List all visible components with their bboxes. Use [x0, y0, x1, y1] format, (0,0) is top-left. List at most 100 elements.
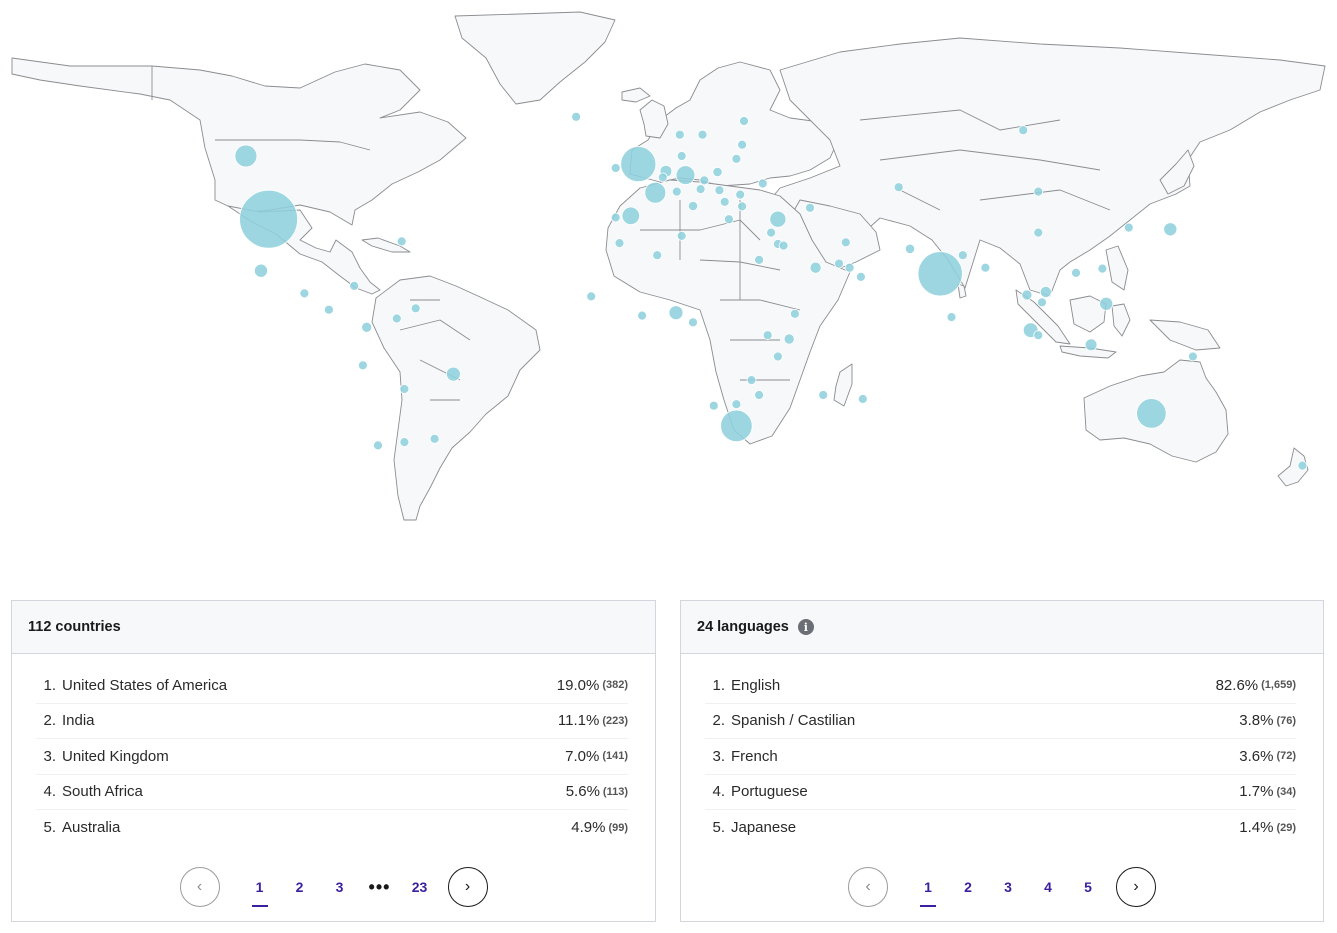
- map-bubble-cambodia[interactable]: [1037, 297, 1047, 308]
- map-bubble-venezuela[interactable]: [391, 313, 402, 324]
- map-bubble-ireland[interactable]: [610, 163, 621, 173]
- map-bubble-ukraine[interactable]: [757, 178, 768, 189]
- map-bubble-bangladesh[interactable]: [980, 262, 991, 273]
- map-bubble-brazil[interactable]: [445, 366, 461, 382]
- next-page-button[interactable]: ›: [447, 867, 488, 907]
- map-bubble-nepal[interactable]: [957, 250, 968, 261]
- map-bubble-colombia[interactable]: [361, 321, 373, 333]
- map-bubble-lithuania[interactable]: [731, 153, 742, 164]
- map-bubble-namibia[interactable]: [708, 400, 719, 411]
- map-bubble-madagascar[interactable]: [818, 390, 829, 400]
- map-bubble-papua-new-guinea[interactable]: [1188, 351, 1198, 362]
- map-bubble-egypt[interactable]: [754, 254, 764, 265]
- map-bubble-poland[interactable]: [712, 166, 723, 178]
- map-bubble-hong-kong[interactable]: [1071, 267, 1081, 278]
- map-bubble-sweden[interactable]: [697, 129, 708, 140]
- map-bubble-france[interactable]: [644, 181, 667, 204]
- map-bubble-norway[interactable]: [674, 129, 685, 140]
- map-bubble-sri-lanka[interactable]: [946, 312, 957, 323]
- next-page-button[interactable]: ›: [1116, 867, 1156, 907]
- map-bubble-china[interactable]: [1033, 227, 1044, 238]
- map-bubble-georgia[interactable]: [805, 202, 815, 213]
- map-bubble-kenya[interactable]: [783, 333, 795, 345]
- map-bubble-hungary[interactable]: [714, 185, 725, 196]
- map-bubble-kazakhstan[interactable]: [893, 182, 904, 193]
- map-bubble-algeria[interactable]: [652, 250, 663, 261]
- page-1-button[interactable]: 1: [240, 867, 280, 907]
- map-bubble-guatemala[interactable]: [299, 288, 310, 299]
- map-bubble-jamaica[interactable]: [349, 280, 360, 291]
- map-bubble-germany[interactable]: [675, 165, 696, 185]
- page-4-button[interactable]: 4: [1028, 867, 1068, 907]
- map-bubble-russia[interactable]: [1018, 125, 1029, 136]
- map-bubble-saudi-arabia[interactable]: [809, 261, 822, 274]
- map-bubble-uganda[interactable]: [762, 330, 773, 341]
- map-bubble-ghana[interactable]: [637, 310, 647, 321]
- map-bubble-qatar[interactable]: [834, 258, 844, 269]
- map-bubble-pakistan[interactable]: [904, 243, 916, 254]
- map-bubble-iran[interactable]: [840, 237, 851, 248]
- map-bubble-tunisia[interactable]: [676, 230, 687, 241]
- map-bubble-mexico[interactable]: [253, 263, 268, 278]
- previous-page-button[interactable]: ‹: [848, 867, 888, 907]
- map-bubble-south-korea[interactable]: [1123, 222, 1134, 233]
- map-bubble-bolivia[interactable]: [399, 384, 410, 394]
- map-bubble-oman[interactable]: [856, 271, 866, 282]
- map-bubble-taiwan[interactable]: [1097, 263, 1108, 274]
- map-bubble-bermuda[interactable]: [396, 236, 407, 247]
- map-bubble-tanzania[interactable]: [773, 351, 783, 362]
- map-bubble-trinidad-and-tobago[interactable]: [410, 303, 421, 314]
- map-bubble-iceland[interactable]: [571, 111, 581, 122]
- map-bubble-spain[interactable]: [621, 206, 641, 226]
- map-bubble-united-arab-emirates[interactable]: [844, 262, 855, 273]
- map-bubble-jordan[interactable]: [778, 240, 789, 251]
- map-bubble-south-africa[interactable]: [720, 409, 753, 443]
- map-bubble-belgium[interactable]: [657, 172, 668, 183]
- map-bubble-uruguay[interactable]: [429, 433, 440, 444]
- page-23-button[interactable]: 23: [400, 867, 440, 907]
- map-bubble-mauritius[interactable]: [857, 394, 868, 404]
- map-bubble-estonia[interactable]: [737, 139, 747, 150]
- map-bubble-romania[interactable]: [735, 189, 746, 200]
- map-bubble-japan[interactable]: [1163, 222, 1178, 237]
- page-3-button[interactable]: 3: [320, 867, 360, 907]
- map-bubble-serbia[interactable]: [719, 196, 730, 207]
- map-bubble-italy[interactable]: [687, 200, 699, 212]
- map-bubble-united-kingdom[interactable]: [620, 146, 657, 183]
- map-bubble-greece[interactable]: [724, 214, 734, 225]
- map-bubble-botswana[interactable]: [731, 399, 742, 410]
- map-bubble-ethiopia[interactable]: [790, 308, 800, 319]
- map-bubble-philippines[interactable]: [1099, 296, 1114, 311]
- map-bubble-cameroon[interactable]: [688, 317, 698, 328]
- map-bubble-thailand[interactable]: [1021, 289, 1033, 301]
- map-bubble-argentina[interactable]: [399, 437, 410, 448]
- map-bubble-nigeria[interactable]: [668, 305, 684, 321]
- map-bubble-finland[interactable]: [739, 116, 749, 126]
- map-bubble-zambia[interactable]: [746, 375, 757, 386]
- page-2-button[interactable]: 2: [280, 867, 320, 907]
- map-bubble-czechia[interactable]: [699, 175, 710, 186]
- map-bubble-australia[interactable]: [1136, 398, 1167, 429]
- map-bubble-austria[interactable]: [695, 184, 706, 195]
- map-bubble-zimbabwe[interactable]: [754, 390, 764, 400]
- map-bubble-new-zealand[interactable]: [1297, 460, 1308, 471]
- info-icon[interactable]: i: [797, 619, 814, 635]
- page-2-button[interactable]: 2: [948, 867, 988, 907]
- map-bubble-indonesia[interactable]: [1084, 338, 1098, 352]
- map-bubble-mongolia[interactable]: [1033, 186, 1044, 197]
- page-5-button[interactable]: 5: [1068, 867, 1108, 907]
- map-bubble-turkey[interactable]: [769, 210, 787, 228]
- map-bubble-bulgaria[interactable]: [737, 201, 747, 212]
- map-bubble-singapore[interactable]: [1033, 330, 1044, 341]
- map-bubble-united-states-of-america[interactable]: [239, 189, 299, 249]
- page-3-button[interactable]: 3: [988, 867, 1028, 907]
- map-bubble-chile[interactable]: [373, 440, 383, 451]
- map-bubble-costa-rica[interactable]: [323, 304, 334, 315]
- map-bubble-denmark[interactable]: [676, 151, 687, 161]
- map-bubble-portugal[interactable]: [610, 212, 621, 223]
- map-bubble-canada[interactable]: [234, 144, 258, 168]
- previous-page-button[interactable]: ‹: [179, 867, 220, 907]
- map-bubble-switzerland[interactable]: [671, 186, 682, 197]
- map-bubble-vietnam[interactable]: [1039, 285, 1052, 298]
- map-bubble-morocco[interactable]: [614, 238, 625, 249]
